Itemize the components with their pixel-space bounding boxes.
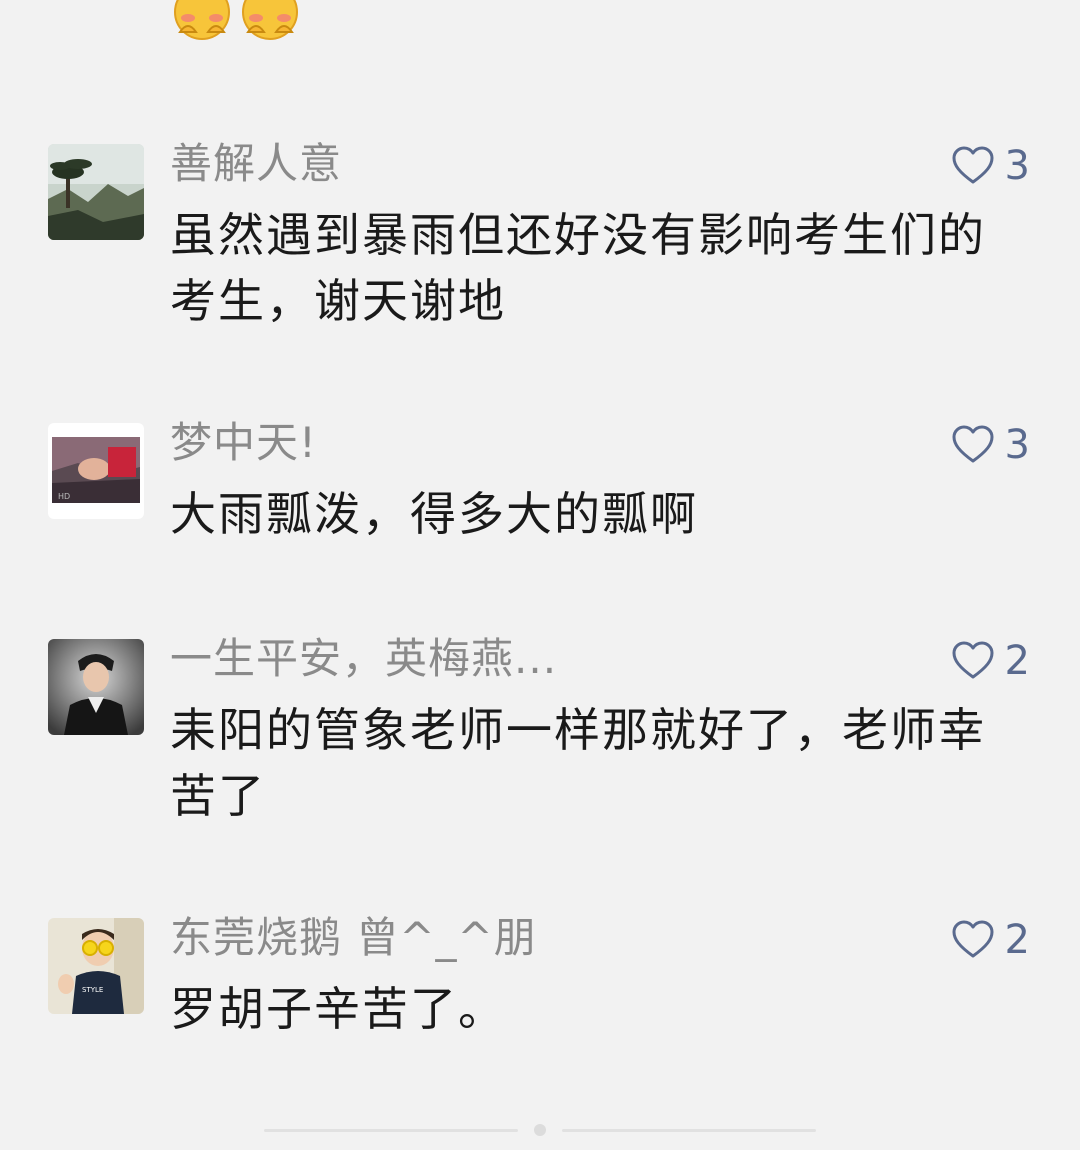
avatar[interactable]: STYLE — [48, 918, 144, 1014]
blushing-hands-emoji-icon — [242, 0, 298, 40]
child-avatar-icon: STYLE — [48, 918, 144, 1014]
like-button[interactable]: 3 — [951, 138, 1030, 194]
like-count: 2 — [1004, 917, 1030, 963]
landscape-avatar-icon — [48, 144, 144, 240]
comment-author[interactable]: 一生平安，英梅燕... — [170, 631, 557, 687]
comment-text: 罗胡子辛苦了。 — [170, 982, 506, 1036]
comment-author[interactable]: 善解人意 — [170, 136, 342, 192]
heart-icon — [951, 641, 995, 681]
like-count: 2 — [1004, 638, 1030, 684]
person-avatar-icon: HD — [48, 423, 144, 519]
blushing-hands-emoji-icon — [174, 0, 230, 40]
avatar[interactable] — [48, 144, 144, 240]
like-button[interactable]: 2 — [951, 633, 1030, 689]
end-of-list-indicator — [264, 1124, 816, 1136]
like-button[interactable]: 2 — [951, 912, 1030, 968]
svg-text:STYLE: STYLE — [82, 986, 103, 994]
heart-icon — [951, 146, 995, 186]
man-avatar-icon — [48, 639, 144, 735]
avatar[interactable] — [48, 639, 144, 735]
svg-text:HD: HD — [58, 492, 70, 501]
like-button[interactable]: 3 — [951, 417, 1030, 473]
heart-icon — [951, 425, 995, 465]
comment-text: 耒阳的管象老师一样那就好了，老师幸苦了 — [170, 703, 986, 823]
comment-author[interactable]: 梦中天! — [170, 415, 317, 471]
comment-text: 虽然遇到暴雨但还好没有影响考生们的考生，谢天谢地 — [170, 208, 986, 328]
dot-icon — [534, 1124, 546, 1136]
like-count: 3 — [1004, 422, 1030, 468]
emoji-row — [172, 0, 300, 42]
divider — [562, 1128, 816, 1132]
comment-author[interactable]: 东莞烧鹅 曾^_^朋 — [170, 910, 537, 966]
comment-text: 大雨瓢泼，得多大的瓢啊 — [170, 487, 698, 541]
heart-icon — [951, 920, 995, 960]
like-count: 3 — [1004, 143, 1030, 189]
divider — [264, 1128, 518, 1132]
avatar[interactable]: HD — [48, 423, 144, 519]
